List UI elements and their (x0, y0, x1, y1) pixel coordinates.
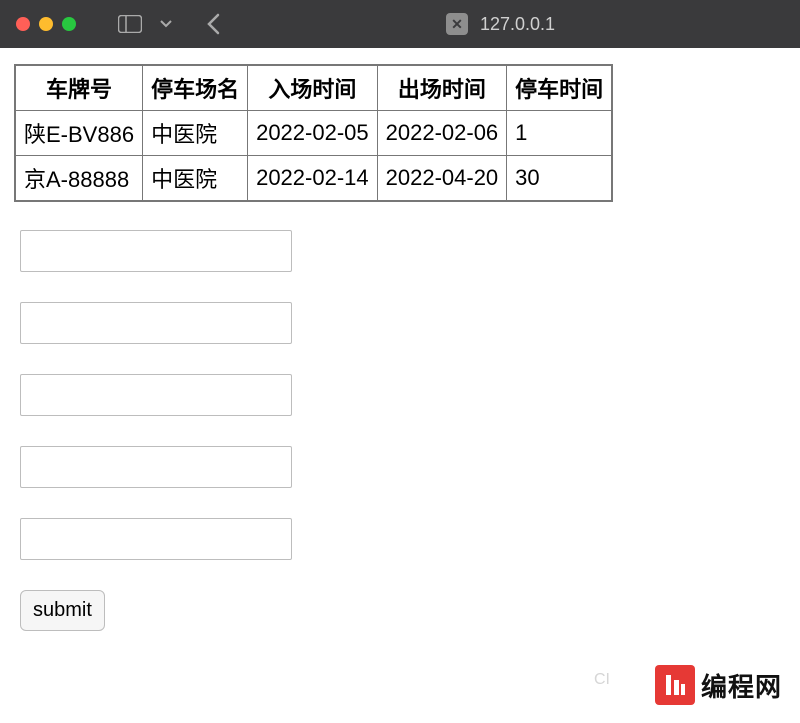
col-plate: 车牌号 (15, 65, 143, 111)
cell-duration: 1 (507, 111, 613, 156)
submit-button[interactable]: submit (20, 590, 105, 631)
cell-lot: 中医院 (143, 156, 248, 202)
cell-entry: 2022-02-14 (248, 156, 378, 202)
form-input-3[interactable] (20, 374, 292, 416)
watermark-logo-icon (655, 665, 695, 705)
cell-plate: 陕E-BV886 (15, 111, 143, 156)
url-text: 127.0.0.1 (480, 14, 555, 35)
browser-titlebar: ✕ 127.0.0.1 (0, 0, 800, 48)
col-entry: 入场时间 (248, 65, 378, 111)
url-bar[interactable]: ✕ 127.0.0.1 (446, 13, 555, 35)
table-row: 京A-88888 中医院 2022-02-14 2022-04-20 30 (15, 156, 612, 202)
col-lot: 停车场名 (143, 65, 248, 111)
parking-table: 车牌号 停车场名 入场时间 出场时间 停车时间 陕E-BV886 中医院 202… (14, 64, 613, 202)
close-window-icon[interactable] (16, 17, 30, 31)
table-header-row: 车牌号 停车场名 入场时间 出场时间 停车时间 (15, 65, 612, 111)
table-row: 陕E-BV886 中医院 2022-02-05 2022-02-06 1 (15, 111, 612, 156)
watermark-text: 编程网 (701, 667, 782, 704)
cell-duration: 30 (507, 156, 613, 202)
form-input-2[interactable] (20, 302, 292, 344)
cell-lot: 中医院 (143, 111, 248, 156)
col-exit: 出场时间 (377, 65, 507, 111)
cell-plate: 京A-88888 (15, 156, 143, 202)
back-button-icon[interactable] (188, 13, 238, 35)
cell-exit: 2022-04-20 (377, 156, 507, 202)
cell-entry: 2022-02-05 (248, 111, 378, 156)
form-input-5[interactable] (20, 518, 292, 560)
traffic-lights (16, 17, 76, 31)
maximize-window-icon[interactable] (62, 17, 76, 31)
stop-reload-icon[interactable]: ✕ (446, 13, 468, 35)
parking-form: submit (14, 202, 786, 631)
sidebar-toggle-icon[interactable] (116, 13, 144, 35)
site-watermark: 编程网 (655, 665, 782, 705)
page-content: 车牌号 停车场名 入场时间 出场时间 停车时间 陕E-BV886 中医院 202… (0, 48, 800, 647)
cell-exit: 2022-02-06 (377, 111, 507, 156)
minimize-window-icon[interactable] (39, 17, 53, 31)
reader-mode-hint: CI (594, 671, 610, 689)
chevron-down-icon[interactable] (152, 20, 180, 28)
form-input-4[interactable] (20, 446, 292, 488)
col-duration: 停车时间 (507, 65, 613, 111)
form-input-1[interactable] (20, 230, 292, 272)
